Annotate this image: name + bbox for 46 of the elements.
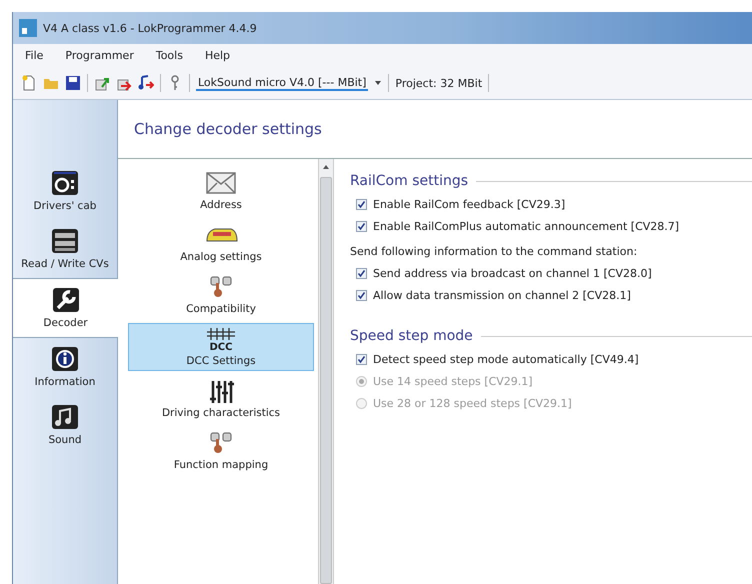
category-item[interactable]: Compatibility xyxy=(128,271,314,319)
scroll-up-icon[interactable] xyxy=(322,163,330,171)
save-icon[interactable] xyxy=(65,75,81,91)
checkbox[interactable] xyxy=(356,199,367,210)
category-item[interactable]: Driving characteristics xyxy=(128,375,314,423)
app-icon xyxy=(19,19,37,37)
nav-icon xyxy=(52,287,80,313)
checkbox-option[interactable]: Send address via broadcast on channel 1 [CV28.0] xyxy=(350,267,752,280)
category-item[interactable]: DCC DCC Settings xyxy=(128,323,314,371)
checkbox-option[interactable]: Detect speed step mode automatically [CV49.4] xyxy=(350,353,752,366)
checkbox-option[interactable]: Enable RailCom feedback [CV29.3] xyxy=(350,198,752,211)
icon-caption: DCC xyxy=(210,343,232,353)
nav-item[interactable]: Decoder xyxy=(13,278,118,338)
upload-icon[interactable] xyxy=(94,75,110,91)
menu-item[interactable]: Help xyxy=(202,48,232,63)
checkbox[interactable] xyxy=(356,290,367,301)
sound-write-icon[interactable] xyxy=(138,75,154,91)
page-heading: Change decoder settings xyxy=(134,120,322,138)
category-item[interactable]: Analog settings xyxy=(128,219,314,267)
new-file-icon[interactable] xyxy=(21,75,37,91)
window-title: V4 A class v1.6 - LokProgrammer 4.4.9 xyxy=(43,22,257,34)
project-size: Project: 32 MBit xyxy=(395,76,482,90)
checkbox[interactable] xyxy=(356,221,367,232)
nav-icon xyxy=(51,170,79,196)
scrollbar[interactable] xyxy=(318,159,334,584)
instruction-text: Send following information to the command station: xyxy=(350,245,638,258)
category-item[interactable]: Address xyxy=(128,167,314,215)
checkbox-option[interactable]: Enable RailComPlus automatic announcement [CV28.7] xyxy=(350,220,752,233)
checkbox[interactable] xyxy=(356,354,367,365)
nav-icon xyxy=(51,404,79,430)
menu-item[interactable]: File xyxy=(23,48,46,63)
nav-item[interactable]: Read / Write CVs xyxy=(13,220,117,278)
nav-icon xyxy=(51,346,79,372)
caret-icon[interactable] xyxy=(374,79,382,87)
checkbox[interactable] xyxy=(356,268,367,279)
section-title: Speed step mode xyxy=(350,328,473,344)
nav-item[interactable]: Drivers' cab xyxy=(13,162,117,220)
category-item[interactable]: Function mapping xyxy=(128,427,314,475)
menu-item[interactable]: Tools xyxy=(154,48,185,63)
nav-item[interactable]: Information xyxy=(13,338,117,396)
checkbox-option[interactable]: Allow data transmission on channel 2 [CV28.1] xyxy=(350,289,752,302)
section-title: RailCom settings xyxy=(350,173,468,189)
menu-item[interactable]: Programmer xyxy=(63,48,136,63)
nav-item[interactable]: Sound xyxy=(13,396,117,454)
decoder-dropdown[interactable]: LokSound micro V4.0 [--- MBit] xyxy=(196,76,368,90)
nav-icon xyxy=(51,228,79,254)
